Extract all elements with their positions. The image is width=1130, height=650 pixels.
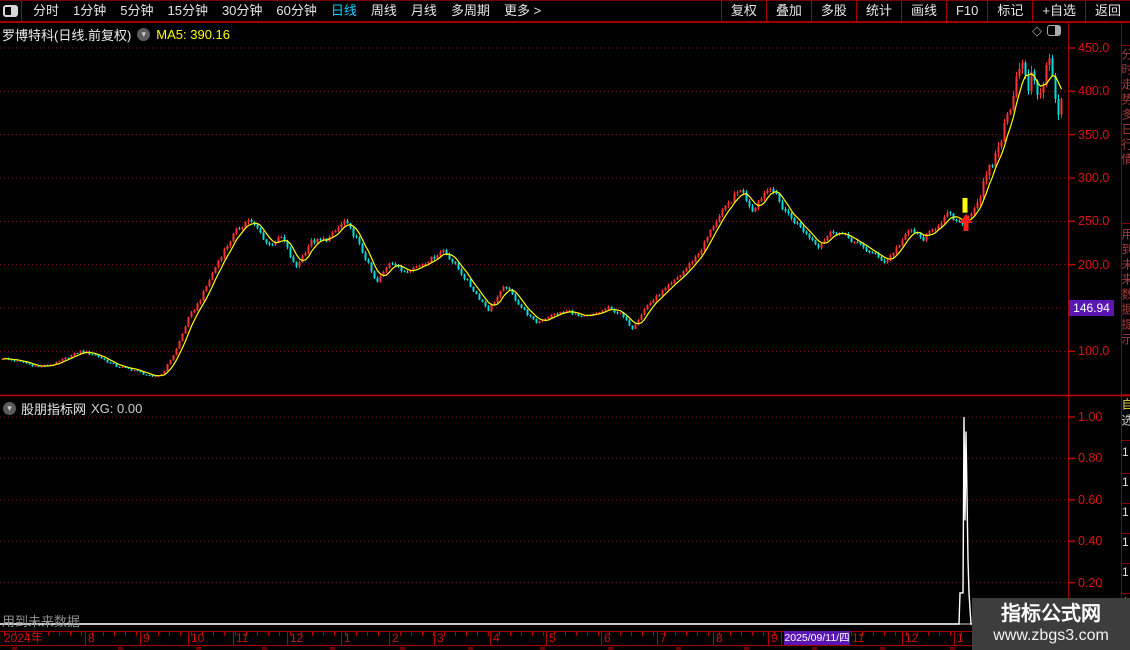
strip-divider <box>1122 533 1130 534</box>
watermark-title: 指标公式网 <box>1001 603 1101 625</box>
period-tab-日线[interactable]: 日线 <box>324 1 364 21</box>
tool-button-复权[interactable]: 复权 <box>720 1 766 21</box>
month-label: 7 <box>660 631 667 645</box>
period-tab-周线[interactable]: 周线 <box>364 1 404 21</box>
strip-divider <box>1122 440 1130 441</box>
price-axis-label: 350.0 <box>1078 127 1110 142</box>
date-highlight-badge: 2025/09/11/四 <box>784 631 850 645</box>
period-tab-15分钟[interactable]: 15分钟 <box>160 1 214 21</box>
tool-button-+自选[interactable]: +自选 <box>1032 1 1085 21</box>
indicator-name: 股朋指标网 <box>21 402 87 417</box>
clipped-vertical-text: 选股 <box>1122 414 1130 429</box>
indicator-axis-label: 0.80 <box>1078 451 1103 466</box>
month-label: 9 <box>143 631 150 645</box>
price-axis-label: 400.0 <box>1078 84 1110 99</box>
strip-divider <box>1122 503 1130 504</box>
price-highlight-badge: 146.94 <box>1069 300 1114 316</box>
strip-number: 1 <box>1122 535 1129 549</box>
chart-title-bar: 罗博特科(日线.前复权) ▾ MA5: 390.16 <box>2 25 230 44</box>
indicator-axis-label: 0.60 <box>1078 492 1103 507</box>
month-label: 6 <box>604 631 611 645</box>
price-axis-label: 200.0 <box>1078 257 1110 272</box>
strip-number: 1 <box>1122 565 1129 579</box>
clipped-vertical-text: 用到未来数据提示 <box>1122 228 1130 348</box>
indicator-axis-label: 1.00 <box>1078 410 1103 424</box>
top-toolbar: 分时 1分钟 5分钟 15分钟 30分钟 60分钟 日线 周线 月线 多周期 更多 ˃ 复权 叠加 多股… <box>0 0 1130 22</box>
indicator-value: XG: 0.00 <box>91 401 143 416</box>
month-label: 2 <box>392 631 399 645</box>
indicator-axis-label: 0.40 <box>1078 534 1103 549</box>
watermark-url: www.zbgs3.com <box>993 627 1109 644</box>
window-layout-button[interactable] <box>0 1 22 21</box>
month-label: 11 <box>852 631 865 645</box>
month-label: 9 <box>771 631 778 645</box>
stock-title: 罗博特科(日线.前复权) <box>2 28 132 43</box>
indicator-header: ▾ 股朋指标网 XG: 0.00 <box>3 399 142 418</box>
month-label: 5 <box>549 631 556 645</box>
tool-button-叠加[interactable]: 叠加 <box>765 1 811 21</box>
price-axis-label: 450.0 <box>1078 41 1110 55</box>
split-window-icon <box>3 5 18 17</box>
tool-button-标记[interactable]: 标记 <box>987 1 1032 21</box>
clipped-vertical-text: 分时走势多日行情 <box>1122 48 1130 168</box>
period-tabs: 分时 1分钟 5分钟 15分钟 30分钟 60分钟 日线 周线 月线 多周期 更多 ˃ <box>22 1 548 21</box>
ma5-value: MA5: 390.16 <box>156 27 230 42</box>
diamond-icon[interactable]: ◇ <box>1032 24 1042 37</box>
clipped-vertical-text: 自 <box>1122 398 1130 413</box>
price-axis-label: 250.0 <box>1078 214 1110 229</box>
chart-canvas[interactable] <box>0 0 1130 650</box>
month-label: 8 <box>716 631 723 645</box>
strip-divider <box>1122 473 1130 474</box>
month-label: 1 <box>957 631 964 645</box>
indicator-axis-label: 0.20 <box>1078 575 1103 590</box>
price-axis-label: 300.0 <box>1078 171 1110 185</box>
strip-divider <box>1122 593 1130 594</box>
month-label: 12 <box>290 631 304 645</box>
strip-number: 1 <box>1122 475 1129 489</box>
tool-button-F10[interactable]: F10 <box>945 1 987 21</box>
month-label: 12 <box>905 631 919 645</box>
month-label: 4 <box>493 631 500 645</box>
period-tab-60分钟[interactable]: 60分钟 <box>269 1 323 21</box>
month-label: 11 <box>236 631 249 645</box>
month-label: 3 <box>437 631 444 645</box>
price-axis-label: 100.0 <box>1078 344 1110 359</box>
strip-divider <box>1122 223 1130 224</box>
clipped-side-panel: 分时走势多日行情用到未来数据提示自选股111111 <box>1122 23 1130 598</box>
tool-button-统计[interactable]: 统计 <box>855 1 901 21</box>
app-window: 分时 1分钟 5分钟 15分钟 30分钟 60分钟 日线 周线 月线 多周期 更多 ˃ 复权 叠加 多股… <box>0 0 1130 650</box>
future-data-warning: 用到未来数据 <box>2 614 81 629</box>
strip-divider <box>1122 563 1130 564</box>
chevron-down-icon[interactable]: ▾ <box>137 28 151 41</box>
chevron-down-icon[interactable]: ▾ <box>3 402 16 415</box>
chart-corner-icons: ◇ <box>1032 24 1061 37</box>
month-label: 2024年 <box>4 631 43 645</box>
tool-button-返回[interactable]: 返回 <box>1084 1 1130 21</box>
period-tab-多周期[interactable]: 多周期 <box>444 1 497 21</box>
month-label: 8 <box>88 631 95 645</box>
tool-button-多股[interactable]: 多股 <box>810 1 856 21</box>
strip-divider <box>1122 45 1130 46</box>
month-label: 10 <box>191 631 205 645</box>
strip-number: 1 <box>1122 445 1129 459</box>
watermark: 指标公式网 www.zbgs3.com <box>972 598 1130 650</box>
period-tab-30分钟[interactable]: 30分钟 <box>215 1 269 21</box>
period-tab-更多 ˃[interactable]: 更多 ˃ <box>497 1 548 21</box>
period-tab-分时[interactable]: 分时 <box>26 1 66 21</box>
month-label: 1 <box>344 631 351 645</box>
period-tab-月线[interactable]: 月线 <box>404 1 444 21</box>
strip-divider <box>1122 394 1130 395</box>
split-window-icon[interactable] <box>1047 25 1061 36</box>
tool-button-画线[interactable]: 画线 <box>900 1 946 21</box>
strip-number: 1 <box>1122 505 1129 519</box>
period-tab-5分钟[interactable]: 5分钟 <box>113 1 160 21</box>
tool-buttons: 复权 叠加 多股 统计 画线 F10 标记 +自选 返回 <box>720 1 1130 21</box>
period-tab-1分钟[interactable]: 1分钟 <box>66 1 113 21</box>
